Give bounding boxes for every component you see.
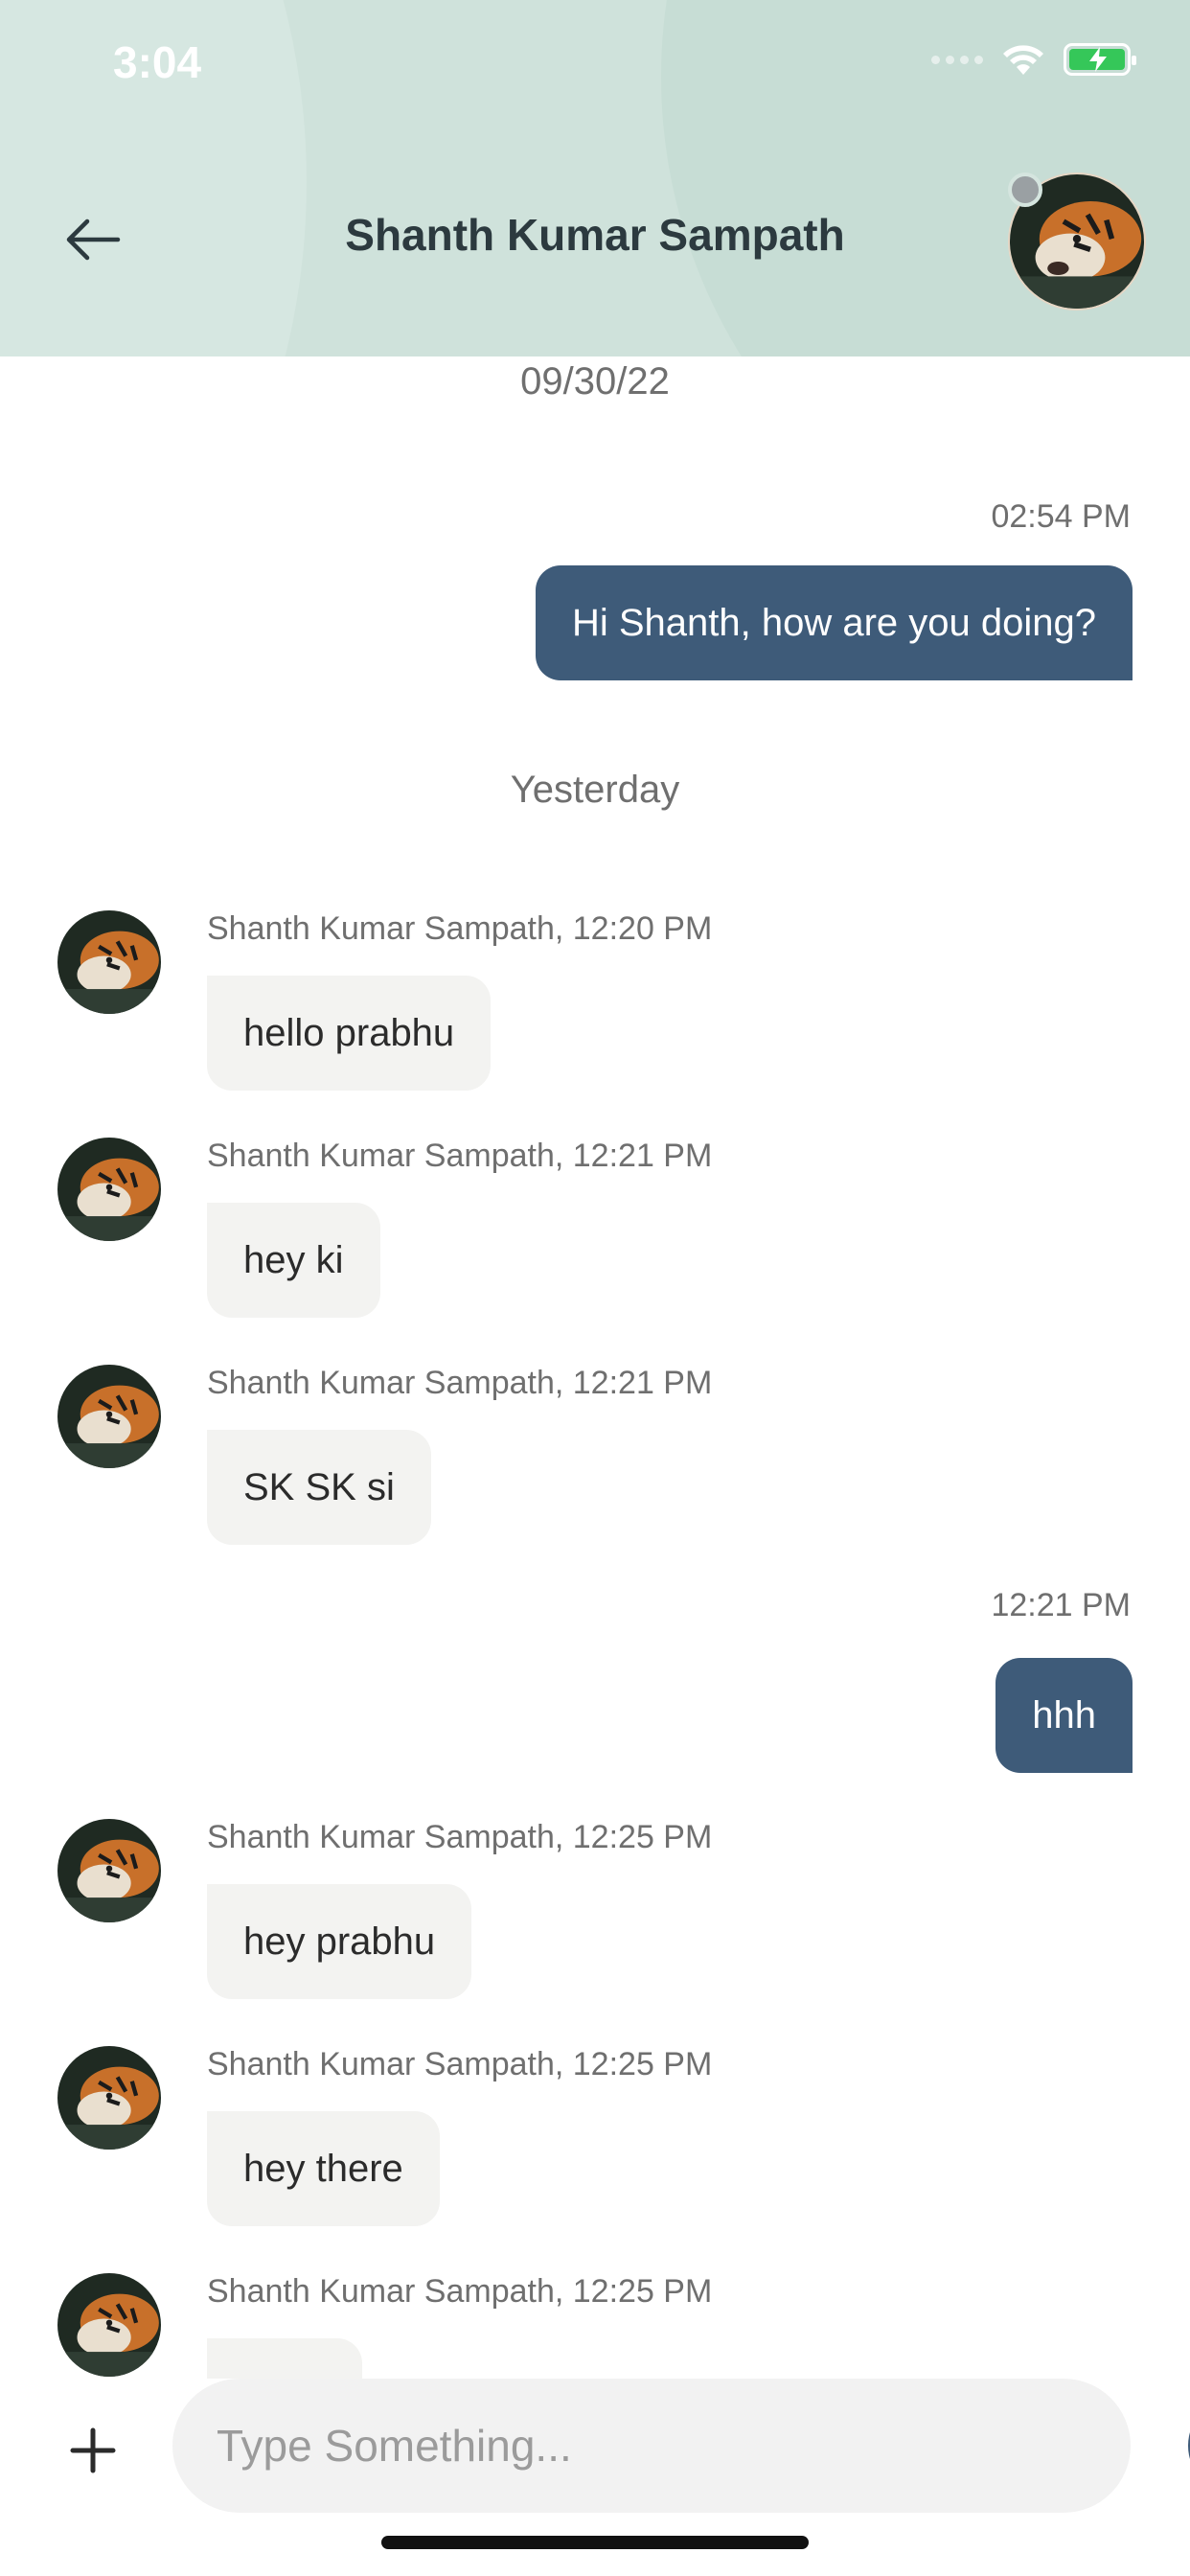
sender-name-time: Shanth Kumar Sampath, 12:25 PM bbox=[207, 2273, 713, 2310]
outgoing-message-bubble[interactable]: Hi Shanth, how are you doing? bbox=[535, 565, 1133, 680]
incoming-message-bubble[interactable]: SK SK si bbox=[207, 1430, 431, 1545]
incoming-message-bubble[interactable] bbox=[207, 2338, 362, 2379]
incoming-message-bubble[interactable]: hello prabhu bbox=[207, 976, 492, 1091]
sender-name-time: Shanth Kumar Sampath, 12:21 PM bbox=[207, 1365, 713, 1401]
incoming-message-bubble[interactable]: hey there bbox=[207, 2111, 440, 2226]
wifi-icon bbox=[1003, 45, 1043, 75]
incoming-message: Shanth Kumar Sampath, 12:25 PM hey prabh… bbox=[0, 1819, 1190, 2011]
incoming-message: Shanth Kumar Sampath, 12:21 PM SK SK si bbox=[0, 1365, 1190, 1556]
battery-icon bbox=[1064, 43, 1136, 76]
sender-name-time: Shanth Kumar Sampath, 12:25 PM bbox=[207, 2046, 713, 2082]
sender-name-time: Shanth Kumar Sampath, 12:25 PM bbox=[207, 1819, 713, 1855]
chat-header: 3:04 Shanth Kumar Sampath bbox=[0, 0, 1190, 356]
status-time: 3:04 bbox=[113, 37, 202, 87]
incoming-message: Shanth Kumar Sampath, 12:21 PM hey ki bbox=[0, 1138, 1190, 1329]
date-separator: 09/30/22 bbox=[520, 360, 670, 402]
date-separator: Yesterday bbox=[510, 769, 680, 811]
sender-avatar[interactable] bbox=[57, 2273, 161, 2377]
message-composer bbox=[0, 2379, 1190, 2576]
message-list[interactable]: 09/30/22 02:54 PM Hi Shanth, how are you… bbox=[0, 356, 1190, 2379]
chat-screen: 3:04 Shanth Kumar Sampath 09/30/22 02:54… bbox=[0, 0, 1190, 2576]
sender-name-time: Shanth Kumar Sampath, 12:20 PM bbox=[207, 910, 713, 947]
plus-icon bbox=[70, 2427, 116, 2473]
outgoing-message-bubble[interactable]: hhh bbox=[995, 1658, 1133, 1773]
status-icons bbox=[931, 42, 1136, 77]
sender-name-time: Shanth Kumar Sampath, 12:21 PM bbox=[207, 1138, 713, 1174]
sender-avatar[interactable] bbox=[57, 1819, 161, 1922]
cellular-signal-icon bbox=[931, 55, 983, 64]
presence-indicator bbox=[1008, 172, 1042, 207]
sender-avatar[interactable] bbox=[57, 910, 161, 1014]
incoming-message-bubble[interactable]: hey prabhu bbox=[207, 1884, 472, 1999]
incoming-message: Shanth Kumar Sampath, 12:20 PM hello pra… bbox=[0, 910, 1190, 1102]
sender-avatar[interactable] bbox=[57, 1138, 161, 1241]
incoming-message: Shanth Kumar Sampath, 12:25 PM bbox=[0, 2273, 1190, 2379]
home-indicator bbox=[381, 2536, 809, 2549]
sender-avatar[interactable] bbox=[57, 1365, 161, 1468]
message-input[interactable] bbox=[217, 2407, 983, 2484]
outgoing-timestamp: 02:54 PM bbox=[991, 498, 1131, 535]
incoming-message-bubble[interactable]: hey ki bbox=[207, 1203, 380, 1318]
incoming-message: Shanth Kumar Sampath, 12:25 PM hey there bbox=[0, 2046, 1190, 2238]
outgoing-timestamp: 12:21 PM bbox=[991, 1587, 1131, 1623]
sender-avatar[interactable] bbox=[57, 2046, 161, 2150]
message-input-container bbox=[172, 2379, 1190, 2513]
add-attachment-button[interactable] bbox=[59, 2417, 126, 2484]
